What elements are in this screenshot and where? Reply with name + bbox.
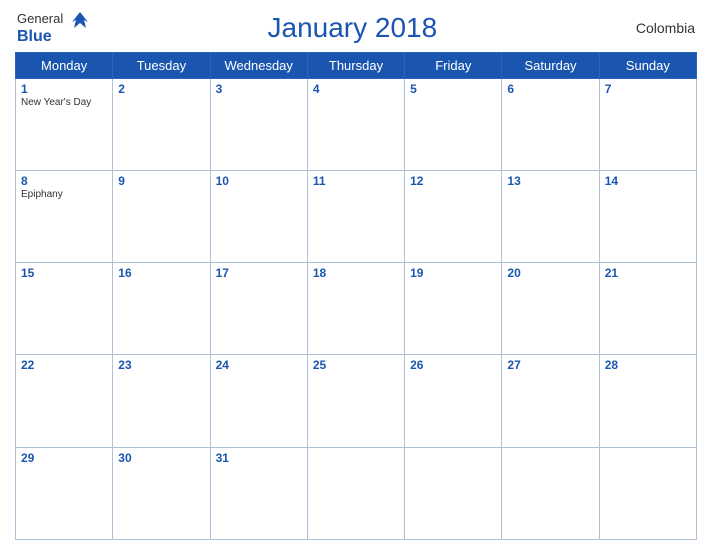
calendar-day-cell — [502, 447, 599, 539]
calendar-day-cell — [307, 447, 404, 539]
day-number: 21 — [605, 266, 691, 280]
day-number: 28 — [605, 358, 691, 372]
calendar-day-cell: 22 — [16, 355, 113, 447]
day-number: 13 — [507, 174, 593, 188]
col-friday: Friday — [405, 52, 502, 78]
calendar-day-cell: 30 — [113, 447, 210, 539]
day-number: 19 — [410, 266, 496, 280]
calendar-day-cell: 26 — [405, 355, 502, 447]
holiday-name: New Year's Day — [21, 97, 107, 108]
calendar-table: Monday Tuesday Wednesday Thursday Friday… — [15, 52, 697, 540]
calendar-day-cell: 25 — [307, 355, 404, 447]
calendar-day-cell: 29 — [16, 447, 113, 539]
day-number: 7 — [605, 82, 691, 96]
calendar-day-cell: 6 — [502, 78, 599, 170]
calendar-week-row: 8Epiphany 9 10 11 12 13 14 — [16, 170, 697, 262]
calendar-day-cell: 4 — [307, 78, 404, 170]
calendar-day-cell: 7 — [599, 78, 696, 170]
calendar-header: General Blue January 2018 Colombia — [15, 10, 697, 46]
day-number: 16 — [118, 266, 204, 280]
day-number: 8 — [21, 174, 107, 188]
calendar-week-row: 29 30 31 — [16, 447, 697, 539]
col-thursday: Thursday — [307, 52, 404, 78]
calendar-week-row: 15 16 17 18 19 20 21 — [16, 263, 697, 355]
calendar-day-cell: 17 — [210, 263, 307, 355]
day-number: 15 — [21, 266, 107, 280]
calendar-day-cell: 21 — [599, 263, 696, 355]
day-number: 14 — [605, 174, 691, 188]
day-number: 3 — [216, 82, 302, 96]
calendar-day-cell: 9 — [113, 170, 210, 262]
calendar-day-cell: 19 — [405, 263, 502, 355]
col-sunday: Sunday — [599, 52, 696, 78]
calendar-day-cell: 24 — [210, 355, 307, 447]
calendar-day-cell: 1New Year's Day — [16, 78, 113, 170]
logo-general-text: General — [17, 10, 90, 28]
calendar-day-cell: 13 — [502, 170, 599, 262]
day-number: 11 — [313, 174, 399, 188]
logo: General Blue — [17, 10, 90, 46]
calendar-header-row: Monday Tuesday Wednesday Thursday Friday… — [16, 52, 697, 78]
col-tuesday: Tuesday — [113, 52, 210, 78]
calendar-day-cell: 8Epiphany — [16, 170, 113, 262]
day-number: 9 — [118, 174, 204, 188]
day-number: 30 — [118, 451, 204, 465]
day-number: 26 — [410, 358, 496, 372]
calendar-day-cell — [599, 447, 696, 539]
calendar-day-cell: 27 — [502, 355, 599, 447]
day-number: 23 — [118, 358, 204, 372]
calendar-day-cell: 15 — [16, 263, 113, 355]
day-number: 22 — [21, 358, 107, 372]
calendar-day-cell: 12 — [405, 170, 502, 262]
calendar-day-cell: 14 — [599, 170, 696, 262]
calendar-week-row: 22 23 24 25 26 27 28 — [16, 355, 697, 447]
calendar-day-cell: 2 — [113, 78, 210, 170]
calendar-title: January 2018 — [268, 12, 438, 43]
calendar-title-area: January 2018 — [90, 12, 615, 44]
day-number: 10 — [216, 174, 302, 188]
calendar-day-cell: 23 — [113, 355, 210, 447]
logo-blue-text: Blue — [17, 28, 52, 46]
calendar-day-cell: 20 — [502, 263, 599, 355]
day-number: 2 — [118, 82, 204, 96]
day-number: 12 — [410, 174, 496, 188]
logo-bird-icon — [70, 10, 90, 28]
calendar-day-cell: 31 — [210, 447, 307, 539]
country-label: Colombia — [615, 20, 695, 36]
day-number: 31 — [216, 451, 302, 465]
calendar-day-cell: 3 — [210, 78, 307, 170]
day-number: 29 — [21, 451, 107, 465]
calendar-day-cell: 5 — [405, 78, 502, 170]
day-number: 25 — [313, 358, 399, 372]
calendar-day-cell: 10 — [210, 170, 307, 262]
day-number: 17 — [216, 266, 302, 280]
day-number: 20 — [507, 266, 593, 280]
day-number: 27 — [507, 358, 593, 372]
calendar-day-cell: 16 — [113, 263, 210, 355]
col-saturday: Saturday — [502, 52, 599, 78]
calendar-day-cell: 18 — [307, 263, 404, 355]
day-number: 4 — [313, 82, 399, 96]
holiday-name: Epiphany — [21, 189, 107, 200]
col-monday: Monday — [16, 52, 113, 78]
day-number: 6 — [507, 82, 593, 96]
day-number: 5 — [410, 82, 496, 96]
day-number: 1 — [21, 82, 107, 96]
calendar-day-cell: 28 — [599, 355, 696, 447]
calendar-day-cell — [405, 447, 502, 539]
calendar-week-row: 1New Year's Day 234567 — [16, 78, 697, 170]
day-number: 18 — [313, 266, 399, 280]
day-number: 24 — [216, 358, 302, 372]
col-wednesday: Wednesday — [210, 52, 307, 78]
calendar-day-cell: 11 — [307, 170, 404, 262]
